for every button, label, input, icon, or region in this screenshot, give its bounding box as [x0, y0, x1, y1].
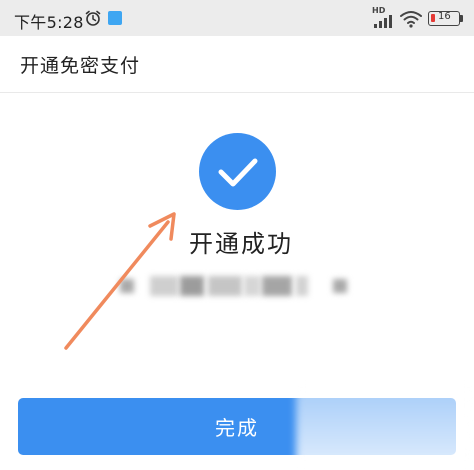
redacted-block	[208, 276, 242, 296]
battery-level: 16	[438, 11, 451, 22]
redacted-block	[262, 276, 292, 296]
redacted-block	[333, 279, 347, 293]
battery-fill	[431, 14, 435, 22]
alarm-clock-icon	[85, 10, 101, 26]
app-notification-icon	[108, 11, 122, 25]
done-button[interactable]: 完成	[18, 398, 456, 455]
redacted-block	[296, 276, 308, 296]
status-time: 下午5:28	[14, 13, 84, 32]
success-message: 开通成功	[189, 230, 293, 258]
battery-cap	[460, 15, 463, 22]
success-badge	[199, 133, 276, 210]
battery-icon: 16	[428, 11, 460, 26]
checkmark-icon	[218, 158, 258, 187]
signal-icon	[374, 15, 392, 28]
page-header: 开通免密支付	[0, 36, 474, 93]
redacted-block	[150, 276, 178, 296]
wifi-icon	[400, 11, 422, 28]
redacted-block	[180, 276, 204, 296]
page-title: 开通免密支付	[20, 55, 141, 77]
redacted-block	[120, 279, 134, 293]
status-bar: 下午5:28 HD 16	[0, 0, 474, 36]
redacted-block	[244, 276, 260, 296]
screen: 下午5:28 HD 16 开通免密支付 开通成功 完成	[0, 0, 474, 470]
